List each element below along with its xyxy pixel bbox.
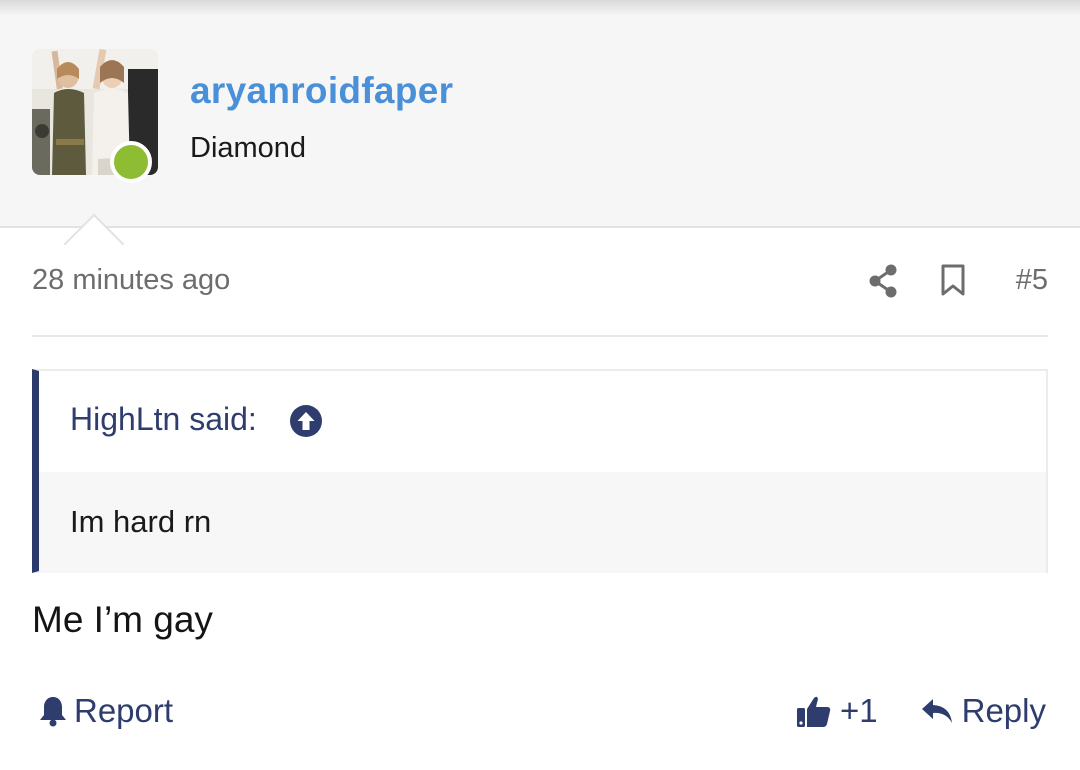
meta-divider: [32, 335, 1048, 337]
bookmark-icon[interactable]: [940, 263, 966, 302]
post-number-link[interactable]: #5: [1016, 264, 1048, 297]
post-actions: Report +1 Reply: [32, 690, 1048, 738]
report-button[interactable]: Report: [38, 692, 173, 730]
like-count: +1: [840, 692, 878, 729]
quote-attribution[interactable]: HighLtn said:: [70, 401, 257, 438]
quote-text: Im hard rn: [70, 504, 212, 539]
thumbs-up-icon: [797, 696, 831, 727]
post-meta-row: 28 minutes ago #5: [32, 250, 1048, 312]
reply-arrow-icon: [921, 699, 952, 723]
reply-button[interactable]: Reply: [920, 692, 1046, 730]
quote-block: HighLtn said: Im hard rn: [32, 369, 1048, 573]
top-bar-shadow: [0, 0, 1080, 16]
post-timestamp[interactable]: 28 minutes ago: [32, 264, 230, 297]
quote-body: Im hard rn: [39, 472, 1046, 573]
username-link[interactable]: aryanroidfaper: [190, 70, 453, 112]
share-icon[interactable]: [868, 264, 898, 303]
arrow-up-circle-icon[interactable]: [289, 404, 323, 443]
like-button[interactable]: +1: [796, 692, 878, 730]
reply-label: Reply: [961, 692, 1046, 729]
online-status-indicator: [110, 141, 152, 183]
bell-icon: [40, 697, 66, 727]
user-info-panel: aryanroidfaper Diamond: [0, 16, 1080, 245]
report-label: Report: [74, 692, 174, 729]
quote-header: HighLtn said:: [39, 371, 1046, 472]
post-message: Me I’m gay: [32, 599, 213, 640]
user-title: Diamond: [190, 132, 307, 164]
